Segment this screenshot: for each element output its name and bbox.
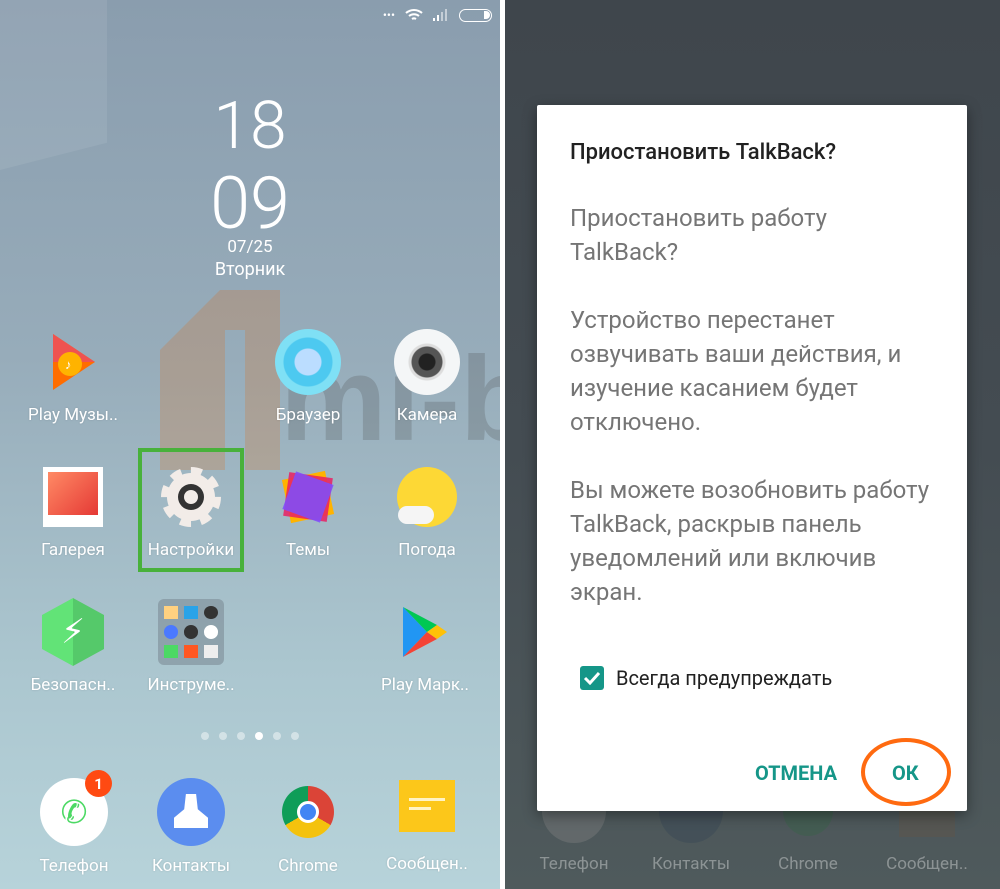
tools-folder-icon xyxy=(158,599,224,665)
pause-talkback-dialog: Приостановить TalkBack? Приостановить ра… xyxy=(537,105,967,811)
browser-icon xyxy=(275,329,341,395)
more-dots-icon: ••• xyxy=(382,8,395,22)
dialog-paragraph: Устройство перестанет озвучивать ваши де… xyxy=(570,306,902,436)
battery-icon xyxy=(459,8,492,22)
dock-phone[interactable]: ✆ 1 Телефон xyxy=(14,770,134,876)
app-weather[interactable]: Погода xyxy=(367,464,487,560)
page-indicator xyxy=(0,732,500,740)
clock-minutes: 09 xyxy=(210,161,290,246)
app-gallery[interactable]: Галерея xyxy=(13,464,133,560)
app-settings[interactable]: Настройки xyxy=(131,464,251,560)
cancel-button[interactable]: ОТМЕНА xyxy=(755,761,837,785)
play-music-icon: ♪ xyxy=(40,329,106,395)
themes-icon xyxy=(275,464,341,530)
clock-date: 07/25 xyxy=(227,237,273,257)
phone-icon: ✆ 1 xyxy=(40,770,112,846)
wifi-icon xyxy=(405,9,423,20)
settings-gear-icon xyxy=(158,464,224,530)
app-camera[interactable]: Камера xyxy=(367,329,487,425)
security-icon: ⚡ xyxy=(40,598,106,666)
always-warn-checkbox[interactable]: Всегда предупреждать xyxy=(580,666,832,690)
page-dot[interactable] xyxy=(291,732,299,740)
play-store-icon xyxy=(392,599,458,665)
page-dot[interactable] xyxy=(201,732,209,740)
dialog-message: Приостановить работу TalkBack? Устройств… xyxy=(570,201,940,643)
home-screen: ••• 18 09 07/25 Вторник mi-box.ru ♪ Play… xyxy=(0,0,500,889)
dock-chrome[interactable]: Chrome xyxy=(248,778,368,876)
page-dot[interactable] xyxy=(273,732,281,740)
dialog-paragraph: Приостановить работу TalkBack? xyxy=(570,204,828,266)
status-bar: ••• xyxy=(383,8,492,22)
dock-contacts[interactable]: Контакты xyxy=(131,778,251,876)
chrome-icon xyxy=(282,786,334,838)
camera-icon xyxy=(394,329,460,395)
weather-icon xyxy=(394,464,460,530)
notification-badge: 1 xyxy=(85,770,112,797)
annotation-circle xyxy=(861,738,951,806)
app-play-music[interactable]: ♪ Play Музы.. xyxy=(13,329,133,425)
contacts-icon xyxy=(157,778,225,846)
app-play-store[interactable]: Play Марк.. xyxy=(365,599,485,695)
gallery-icon xyxy=(40,464,106,530)
dock-messages[interactable]: Сообщен.. xyxy=(367,778,487,874)
checkbox-label: Всегда предупреждать xyxy=(616,666,833,690)
app-tools-folder[interactable]: Инструме.. xyxy=(131,599,251,695)
checkbox-checked-icon[interactable] xyxy=(580,666,604,690)
page-dot[interactable] xyxy=(237,732,245,740)
dialog-title: Приостановить TalkBack? xyxy=(570,140,837,165)
clock-hours: 18 xyxy=(213,88,287,165)
signal-icon xyxy=(433,9,447,21)
messages-icon xyxy=(394,778,460,844)
dialog-paragraph: Вы можете возобновить работу TalkBack, р… xyxy=(570,476,930,606)
app-security[interactable]: ⚡ Безопасн.. xyxy=(13,598,133,695)
app-themes[interactable]: Темы xyxy=(248,464,368,560)
clock-weekday: Вторник xyxy=(214,259,286,280)
svg-text:♪: ♪ xyxy=(65,358,72,373)
page-dot-current[interactable] xyxy=(255,732,263,740)
app-browser[interactable]: Браузер xyxy=(248,329,368,425)
page-dot[interactable] xyxy=(219,732,227,740)
